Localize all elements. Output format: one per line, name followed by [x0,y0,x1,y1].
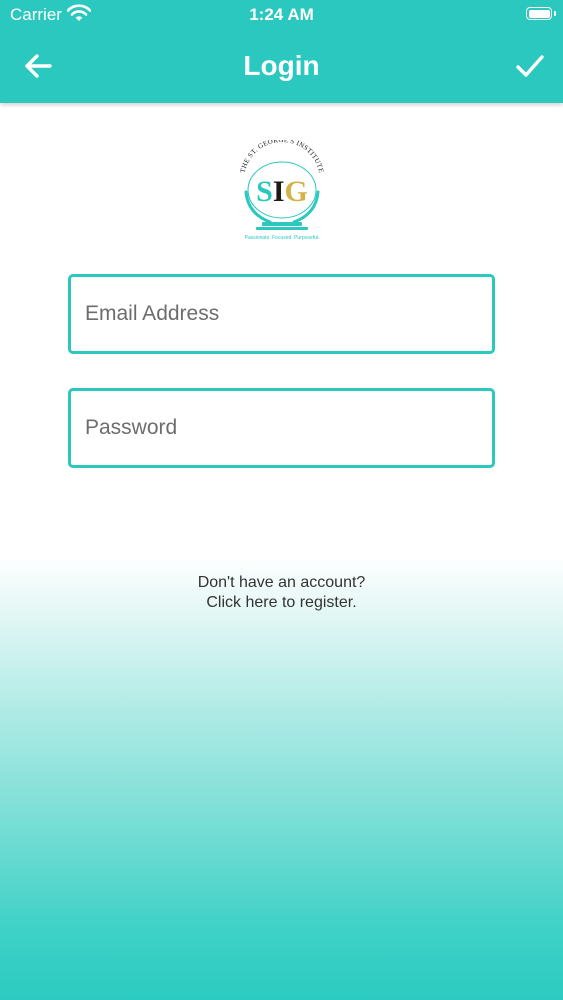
email-field[interactable] [68,274,495,354]
register-prompt: Don't have an account? [197,574,366,591]
logo-arc-text: THE ST. GEORGE'S INSTITUTE [239,140,326,174]
status-bar: Carrier 1:24 AM [0,0,563,30]
page-title: Login [243,50,320,81]
register-action: Click here to register. [206,594,357,611]
battery-icon [526,7,552,20]
logo-tagline: Passionate. Focused. Purposeful. [245,235,320,241]
checkmark-icon [516,55,544,77]
confirm-button[interactable] [515,52,545,80]
logo-monogram-letter: I [273,175,285,208]
navigation-bar: Login [0,30,563,103]
logo-monogram-letter: G [285,175,308,208]
battery-level [528,9,550,18]
logo-monogram-letter: S [256,175,273,208]
institute-logo: THE ST. GEORGE'S INSTITUTE SIG Passionat… [239,140,326,241]
top-bar: Carrier 1:24 AM Login [0,0,563,103]
status-time: 1:24 AM [249,5,314,24]
battery-cap [554,11,556,16]
email-input[interactable] [85,277,478,351]
password-field[interactable] [68,388,495,468]
password-input[interactable] [85,391,478,465]
register-link[interactable]: Don't have an account? Click here to reg… [0,573,563,613]
logo-monogram: SIG [256,175,308,208]
